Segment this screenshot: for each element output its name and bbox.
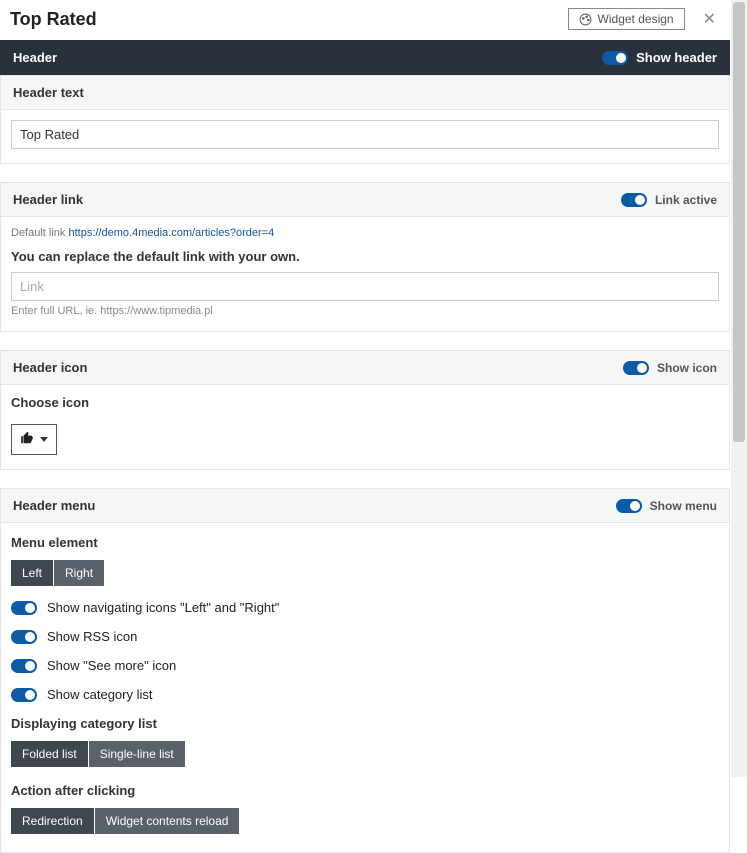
show-header-toggle[interactable]: Show header [602, 50, 717, 65]
nav-icons-toggle[interactable] [11, 601, 37, 615]
header-text-section: Header text [0, 75, 730, 110]
reload-button[interactable]: Widget contents reload [95, 808, 240, 834]
folded-list-button[interactable]: Folded list [11, 741, 88, 767]
position-left-button[interactable]: Left [11, 560, 53, 586]
chevron-down-icon [40, 437, 48, 442]
default-link[interactable]: https://demo.4media.com/articles?order=4 [68, 227, 274, 239]
palette-icon [579, 13, 592, 26]
header-text-label: Header text [13, 85, 84, 100]
link-input[interactable] [11, 272, 719, 301]
action-label: Action after clicking [11, 783, 719, 798]
action-group: Redirection Widget contents reload [11, 808, 239, 834]
scrollbar-thumb[interactable] [733, 2, 745, 442]
single-line-button[interactable]: Single-line list [89, 741, 185, 767]
show-icon-toggle[interactable]: Show icon [623, 361, 717, 375]
widget-design-button[interactable]: Widget design [568, 8, 685, 30]
category-list-label: Show category list [47, 687, 153, 702]
icon-picker[interactable] [11, 424, 57, 455]
scrollbar[interactable] [731, 0, 747, 777]
title-bar: Top Rated Widget design ✕ [0, 0, 730, 40]
page-title: Top Rated [10, 9, 97, 30]
nav-icons-label: Show navigating icons "Left" and "Right" [47, 600, 279, 615]
thumbs-up-icon [20, 431, 34, 448]
show-icon-label: Show icon [657, 361, 717, 375]
header-menu-label: Header menu [13, 498, 95, 513]
header-menu-section: Header menu Show menu [0, 488, 730, 523]
menu-position-group: Left Right [11, 560, 104, 586]
menu-element-label: Menu element [11, 535, 719, 550]
default-link-row: Default link https://demo.4media.com/art… [11, 227, 719, 239]
header-link-label: Header link [13, 192, 83, 207]
header-icon-label: Header icon [13, 360, 87, 375]
close-icon[interactable]: ✕ [699, 9, 720, 29]
position-right-button[interactable]: Right [54, 560, 104, 586]
link-active-toggle[interactable]: Link active [621, 193, 717, 207]
link-active-label: Link active [655, 193, 717, 207]
rss-label: Show RSS icon [47, 629, 137, 644]
show-header-label: Show header [636, 50, 717, 65]
show-menu-label: Show menu [650, 499, 717, 513]
replace-link-label: You can replace the default link with yo… [11, 249, 719, 264]
header-text-input[interactable] [11, 120, 719, 149]
displaying-label: Displaying category list [11, 716, 719, 731]
rss-toggle[interactable] [11, 630, 37, 644]
choose-icon-label: Choose icon [11, 395, 719, 410]
link-hint: Enter full URL, ie. https://www.tipmedia… [11, 305, 719, 317]
displaying-group: Folded list Single-line list [11, 741, 185, 767]
redirection-button[interactable]: Redirection [11, 808, 94, 834]
see-more-toggle[interactable] [11, 659, 37, 673]
header-icon-section: Header icon Show icon [0, 350, 730, 385]
header-link-section: Header link Link active [0, 182, 730, 217]
widget-design-label: Widget design [598, 12, 674, 26]
header-section-bar: Header Show header [0, 40, 730, 75]
category-list-toggle[interactable] [11, 688, 37, 702]
see-more-label: Show "See more" icon [47, 658, 176, 673]
header-section-label: Header [13, 50, 57, 65]
show-menu-toggle[interactable]: Show menu [616, 499, 717, 513]
